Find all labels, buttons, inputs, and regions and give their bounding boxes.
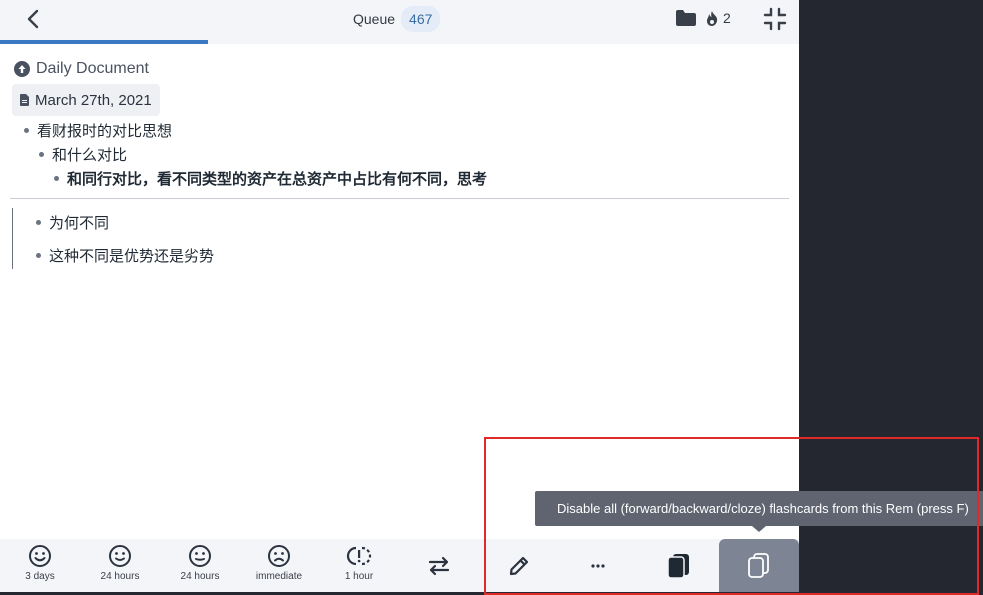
question-bullet-3: 和同行对比，看不同类型的资产在总资产中占比有何不同，思考 xyxy=(54,168,487,189)
question-text: 和什么对比 xyxy=(52,147,128,164)
neutral-face-icon xyxy=(189,545,211,567)
bullet-dot xyxy=(39,152,44,157)
more-options-button[interactable] xyxy=(558,539,638,592)
cards-icon xyxy=(667,553,689,579)
rate-easy-button[interactable]: 3 days xyxy=(0,539,80,592)
folder-icon xyxy=(676,10,696,26)
streak-count: 2 xyxy=(723,10,731,26)
cards-outline-icon xyxy=(748,552,769,578)
document-icon xyxy=(20,94,29,106)
swap-direction-button[interactable] xyxy=(399,539,479,592)
breadcrumb-document-label: March 27th, 2021 xyxy=(35,91,152,109)
question-bullet-1: 看财报时的对比思想 xyxy=(24,120,172,141)
collapse-button[interactable] xyxy=(763,7,787,31)
skip-icon xyxy=(346,546,372,566)
pencil-icon xyxy=(509,556,529,575)
bullet-dot xyxy=(24,128,29,133)
answer-bullet-1: 为何不同 xyxy=(36,212,109,233)
queue-progress-bar xyxy=(0,40,799,44)
queue-label: Queue xyxy=(353,11,396,27)
swap-arrows-icon xyxy=(428,556,450,575)
rate-hard-label: 24 hours xyxy=(180,571,220,582)
question-bullet-2: 和什么对比 xyxy=(39,144,127,165)
smile-icon xyxy=(29,545,51,567)
rate-skip-label: 1 hour xyxy=(344,571,374,582)
review-toolbar: 3 days 24 hours 24 hours immediate 1 hou… xyxy=(0,539,799,592)
back-button[interactable] xyxy=(20,6,46,32)
fire-icon xyxy=(707,10,718,26)
rate-skip-button[interactable]: 1 hour xyxy=(319,539,399,592)
bullet-dot xyxy=(36,220,41,225)
smile-icon xyxy=(109,545,131,567)
rate-easy-label: 3 days xyxy=(25,571,55,582)
rate-forgot-button[interactable]: immediate xyxy=(239,539,319,592)
queue-header: Queue 467 2 xyxy=(0,0,799,40)
answer-text: 这种不同是优势还是劣势 xyxy=(49,248,215,265)
disable-flashcards-button[interactable] xyxy=(719,539,799,592)
streak-counter: 2 xyxy=(706,10,731,26)
queue-progress-fill xyxy=(0,40,208,44)
breadcrumb-document[interactable]: March 27th, 2021 xyxy=(12,84,160,116)
answer-text: 为何不同 xyxy=(49,215,110,232)
rate-forgot-label: immediate xyxy=(255,571,303,582)
chevron-left-icon xyxy=(27,9,39,29)
flashcard-toggle-button[interactable] xyxy=(639,539,719,592)
queue-count-badge: 467 xyxy=(401,6,441,32)
arrow-up-circle-icon xyxy=(14,61,30,77)
collapse-icon xyxy=(763,7,787,31)
breadcrumb-parent-label: Daily Document xyxy=(36,60,149,77)
rate-hard-button[interactable]: 24 hours xyxy=(160,539,240,592)
rate-good-button[interactable]: 24 hours xyxy=(80,539,160,592)
rate-good-label: 24 hours xyxy=(100,571,140,582)
edit-button[interactable] xyxy=(479,539,559,592)
bullet-dot xyxy=(36,253,41,258)
sad-face-icon xyxy=(268,545,290,567)
breadcrumb-parent[interactable]: Daily Document xyxy=(14,58,149,80)
answer-indent-line xyxy=(12,208,13,269)
disable-flashcards-tooltip: Disable all (forward/backward/cloze) fla… xyxy=(535,491,983,526)
question-text: 看财报时的对比思想 xyxy=(37,123,173,140)
bullet-dot xyxy=(54,176,59,181)
answer-bullet-2: 这种不同是优势还是劣势 xyxy=(36,245,214,266)
question-answer-divider xyxy=(10,198,789,199)
queue-indicator: Queue 467 xyxy=(353,5,441,33)
more-icon xyxy=(591,563,605,568)
folder-button[interactable] xyxy=(675,9,697,27)
tooltip-arrow xyxy=(752,526,766,532)
question-text: 和同行对比，看不同类型的资产在总资产中占比有何不同，思考 xyxy=(67,171,488,188)
